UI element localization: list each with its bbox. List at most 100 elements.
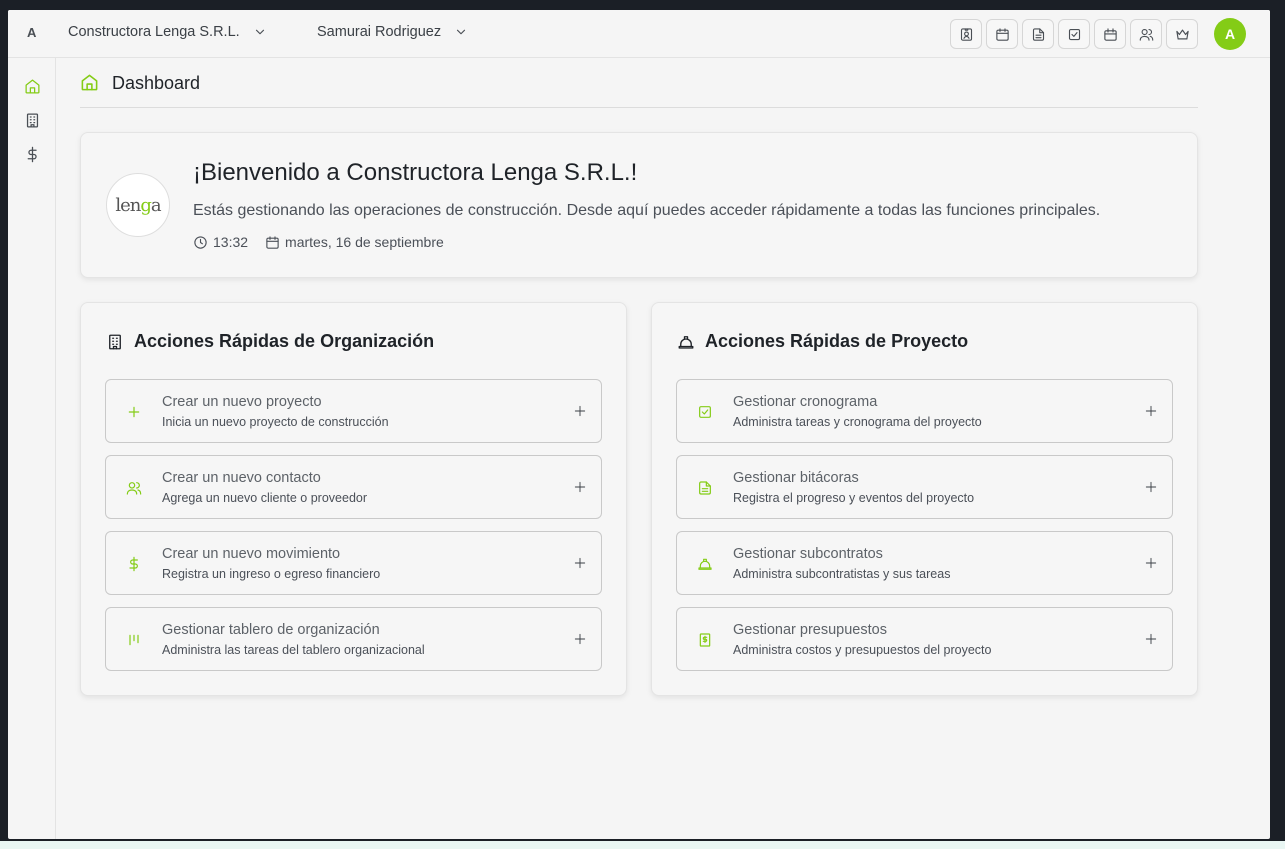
crown-icon (1175, 29, 1189, 39)
premium-tool-button[interactable] (1166, 19, 1198, 49)
documents-tool-button[interactable] (1022, 19, 1054, 49)
plus-icon (1145, 557, 1157, 569)
project-actions-card: Acciones Rápidas de Proyecto Gestionar c… (651, 302, 1198, 696)
action-subtitle: Administra subcontratistas y sus tareas (733, 567, 951, 581)
plus-icon (1145, 405, 1157, 417)
calendar-icon (266, 235, 279, 249)
action-subtitle: Registra el progreso y eventos del proye… (733, 491, 975, 505)
organization-actions-header: Acciones Rápidas de Organización (106, 331, 434, 352)
action-subtitle: Agrega un nuevo cliente o proveedor (162, 491, 368, 505)
top-bar: A Constructora Lenga S.R.L. Samurai Rodr… (8, 10, 1270, 58)
receipt-icon (699, 633, 711, 647)
action-title: Gestionar presupuestos (733, 622, 887, 638)
action-title: Crear un nuevo contacto (162, 470, 321, 486)
organization-actions-list: Crear un nuevo proyecto Inicia un nuevo … (105, 379, 602, 683)
toolbar-icons (950, 19, 1198, 49)
hard-hat-icon (698, 558, 712, 570)
action-subtitle: Administra las tareas del tablero organi… (162, 643, 425, 657)
plus-icon (574, 405, 586, 417)
manage-budgets-action[interactable]: Gestionar presupuestos Administra costos… (676, 607, 1173, 671)
organization-actions-card: Acciones Rápidas de Organización Crear u… (80, 302, 627, 696)
app-window: A Constructora Lenga S.R.L. Samurai Rodr… (8, 10, 1270, 839)
kanban-icon (129, 634, 139, 646)
chevron-down-icon (255, 29, 264, 35)
calendar-icon (995, 27, 1009, 41)
user-selector[interactable]: Samurai Rodriguez (317, 24, 468, 40)
sidebar (8, 58, 56, 839)
building-icon (26, 112, 38, 128)
plus-icon (128, 406, 140, 418)
create-project-action[interactable]: Crear un nuevo proyecto Inicia un nuevo … (105, 379, 602, 443)
user-name: Samurai Rodriguez (317, 24, 442, 40)
manage-subcontracts-action[interactable]: Gestionar subcontratos Administra subcon… (676, 531, 1173, 595)
action-subtitle: Registra un ingreso o egreso financiero (162, 567, 381, 581)
plus-icon (1145, 481, 1157, 493)
home-icon (24, 78, 40, 94)
chevron-down-icon (457, 29, 466, 35)
section-title: Acciones Rápidas de Proyecto (705, 331, 969, 351)
contacts-tool-button[interactable] (950, 19, 982, 49)
sidebar-item-home[interactable] (22, 76, 42, 96)
action-subtitle: Administra tareas y cronograma del proye… (733, 415, 982, 429)
project-actions-list: Gestionar cronograma Administra tareas y… (676, 379, 1173, 683)
section-title: Acciones Rápidas de Organización (134, 331, 435, 351)
action-subtitle: Inicia un nuevo proyecto de construcción (162, 415, 389, 429)
calendar-tool-button[interactable] (986, 19, 1018, 49)
organization-name: Constructora Lenga S.R.L. (68, 24, 240, 40)
users-icon (1139, 28, 1153, 41)
action-title: Gestionar bitácoras (733, 470, 859, 486)
action-title: Crear un nuevo movimiento (162, 546, 341, 562)
action-title: Gestionar cronograma (733, 394, 878, 410)
manage-schedule-action[interactable]: Gestionar cronograma Administra tareas y… (676, 379, 1173, 443)
users-icon (126, 482, 142, 495)
organization-selector[interactable]: Constructora Lenga S.R.L. (68, 24, 267, 40)
page-title: Dashboard (112, 73, 201, 93)
schedule-tool-button[interactable] (1094, 19, 1126, 49)
welcome-card: len g a ¡Bienvenido a Constructora Lenga S… (80, 132, 1198, 278)
home-icon (81, 74, 98, 91)
welcome-title: ¡Bienvenido a Constructora Lenga S.R.L.! (193, 159, 638, 186)
manage-logs-action[interactable]: Gestionar bitácoras Registra el progreso… (676, 455, 1173, 519)
current-date: martes, 16 de septiembre (265, 234, 444, 250)
plus-icon (574, 557, 586, 569)
sidebar-item-finances[interactable] (22, 144, 42, 164)
plus-icon (1145, 633, 1157, 645)
dollar-icon (27, 146, 37, 162)
project-actions-header: Acciones Rápidas de Proyecto (677, 331, 968, 352)
plus-icon (574, 633, 586, 645)
logo-text-end: a (150, 194, 162, 216)
action-title: Gestionar tablero de organización (162, 622, 380, 638)
contact-card-icon (960, 27, 972, 41)
building-icon (109, 334, 121, 349)
plus-icon (574, 481, 586, 493)
dollar-icon (129, 556, 138, 572)
hard-hat-icon (678, 335, 694, 349)
breadcrumb: Dashboard (80, 70, 1198, 108)
time-value: 13:32 (213, 234, 249, 250)
checklist-icon (1068, 28, 1080, 40)
company-logo: len g a (106, 173, 170, 237)
current-time: 13:32 (193, 234, 248, 250)
date-value: martes, 16 de septiembre (285, 234, 444, 250)
tasks-tool-button[interactable] (1058, 19, 1090, 49)
action-title: Gestionar subcontratos (733, 546, 883, 562)
document-icon (699, 481, 711, 495)
sidebar-item-organization[interactable] (22, 110, 42, 130)
manage-org-board-action[interactable]: Gestionar tablero de organización Admini… (105, 607, 602, 671)
calendar-alt-icon (1103, 27, 1117, 41)
action-subtitle: Administra costos y presupuestos del pro… (733, 643, 992, 657)
checklist-icon (699, 406, 711, 418)
welcome-description: Estás gestionando las operaciones de con… (193, 202, 1101, 219)
action-title: Crear un nuevo proyecto (162, 394, 322, 410)
welcome-meta: 13:32 martes, 16 de septiembre (193, 234, 461, 250)
logo-text: len (115, 194, 141, 216)
logo-text-accent: g (140, 194, 151, 216)
document-icon (1032, 27, 1044, 41)
avatar[interactable]: A (1214, 18, 1246, 50)
brand-letter[interactable]: A (27, 25, 36, 40)
taskbar-strip (0, 841, 1285, 849)
create-contact-action[interactable]: Crear un nuevo contacto Agrega un nuevo … (105, 455, 602, 519)
users-tool-button[interactable] (1130, 19, 1162, 49)
clock-icon (194, 235, 207, 249)
create-movement-action[interactable]: Crear un nuevo movimiento Registra un in… (105, 531, 602, 595)
